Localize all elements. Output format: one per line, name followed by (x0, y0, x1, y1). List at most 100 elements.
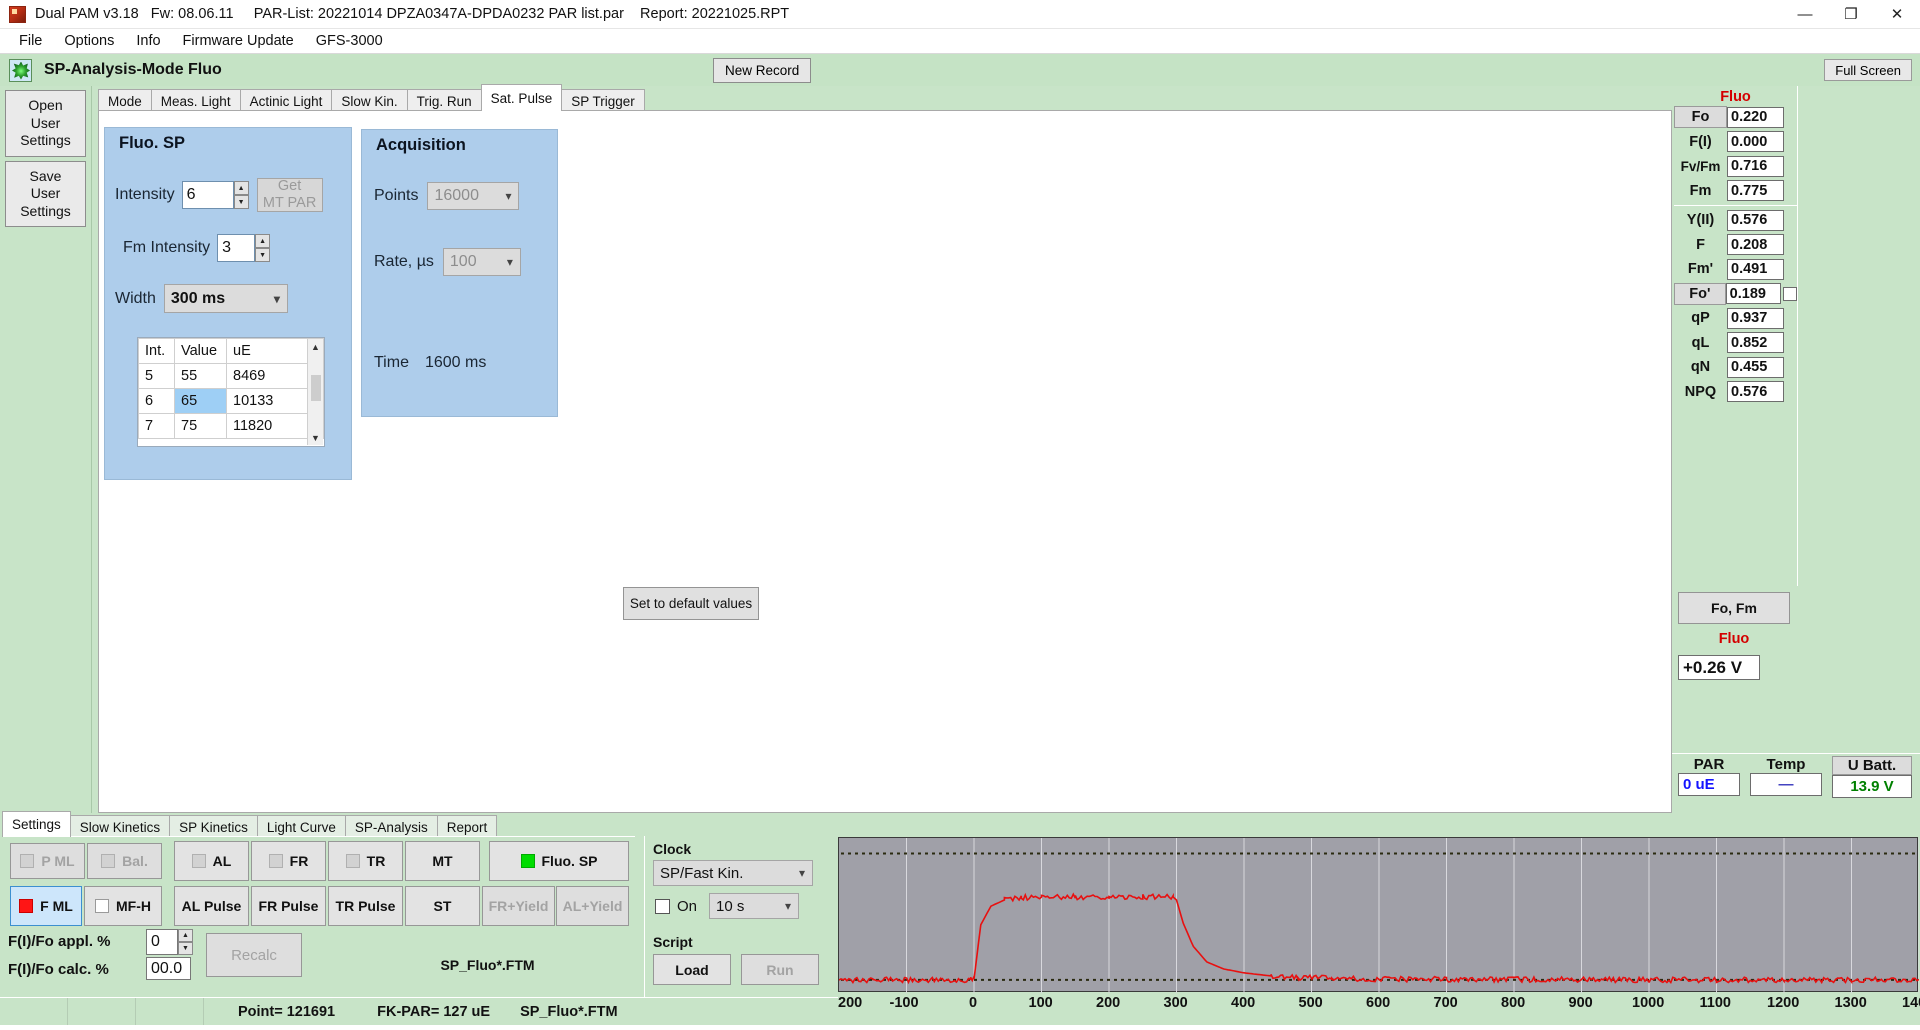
table-row[interactable]: 5 55 8469 (139, 364, 324, 389)
sp-kinetics-chart[interactable]: 200-100010020030040050060070080090010001… (838, 837, 1918, 1025)
fo-prime-button[interactable]: Fo' (1674, 283, 1726, 305)
yii-value: 0.576 (1727, 210, 1784, 231)
scroll-up-icon[interactable]: ▲ (308, 339, 323, 354)
fo-fm-button[interactable]: Fo, Fm (1678, 592, 1790, 624)
intensity-stepper-down[interactable]: ▼ (234, 195, 249, 209)
tab-sat-pulse[interactable]: Sat. Pulse (481, 84, 563, 111)
button-al-yield[interactable]: AL+Yield (556, 886, 629, 926)
new-record-button[interactable]: New Record (713, 58, 811, 83)
menu-firmware-update[interactable]: Firmware Update (172, 31, 305, 51)
cell-int: 6 (139, 389, 175, 414)
toggle-fluo-sp[interactable]: Fluo. SP (489, 841, 629, 881)
intensity-input[interactable]: 6 (182, 181, 234, 209)
fi-fo-appl-stepper-up[interactable]: ▲ (178, 929, 193, 942)
toggle-fr[interactable]: FR (251, 841, 326, 881)
get-mt-par-button[interactable]: Get MT PAR (257, 178, 323, 212)
button-tr-pulse[interactable]: TR Pulse (328, 886, 403, 926)
rate-select[interactable]: 100 ▾ (443, 248, 521, 276)
bal-indicator (101, 854, 115, 868)
fi-fo-appl-stepper-down[interactable]: ▼ (178, 942, 193, 955)
points-label: Points (374, 187, 418, 205)
st-label: ST (434, 898, 452, 914)
fi-fo-appl-label: F(I)/Fo appl. % (8, 933, 111, 950)
recalc-button[interactable]: Recalc (206, 933, 302, 977)
chart-x-tick: 1200 (1767, 995, 1799, 1011)
intensity-value: 6 (187, 186, 196, 204)
save-user-settings-button[interactable]: Save User Settings (5, 161, 86, 228)
cell-value-selected[interactable]: 65 (175, 389, 227, 414)
toggle-bal[interactable]: Bal. (87, 843, 162, 879)
ql-value: 0.852 (1727, 332, 1784, 353)
chart-x-tick: 1000 (1632, 995, 1664, 1011)
chart-x-tick: 500 (1299, 995, 1323, 1011)
toggle-f-ml[interactable]: F ML (10, 886, 82, 926)
fi-value: 0.000 (1727, 131, 1784, 152)
fm-prime-label: Fm' (1674, 261, 1727, 277)
table-row[interactable]: 6 65 10133 (139, 389, 324, 414)
toggle-mf-h[interactable]: MF-H (84, 886, 162, 926)
scrollbar-thumb[interactable] (311, 375, 321, 401)
width-select[interactable]: 300 ms ▾ (164, 284, 288, 313)
settings-tab-strip: Mode Meas. Light Actinic Light Slow Kin.… (98, 86, 1672, 111)
button-fr-pulse[interactable]: FR Pulse (251, 886, 326, 926)
button-mt[interactable]: MT (405, 841, 480, 881)
al-indicator (192, 854, 206, 868)
full-screen-button[interactable]: Full Screen (1824, 59, 1912, 81)
open-user-settings-label: Open User Settings (8, 97, 83, 150)
mt-label: MT (432, 853, 452, 869)
scroll-down-icon[interactable]: ▼ (308, 430, 323, 445)
fi-fo-appl-stepper[interactable]: ▲ ▼ (178, 929, 193, 955)
qn-label: qN (1674, 359, 1727, 375)
p-ml-label: P ML (41, 853, 74, 869)
clock-title: Clock (653, 841, 691, 857)
fm-intensity-value: 3 (222, 239, 231, 257)
close-icon[interactable]: ✕ (1874, 0, 1920, 29)
fluo-sp-indicator (521, 854, 535, 868)
intensity-table[interactable]: Int. Value uE 5 55 8469 6 65 10133 (137, 337, 325, 447)
bottom-tab-strip: Settings Slow Kinetics SP Kinetics Light… (2, 813, 496, 837)
fo-button[interactable]: Fo (1674, 106, 1727, 128)
maximize-icon[interactable]: ❐ (1828, 0, 1874, 29)
button-fr-yield[interactable]: FR+Yield (482, 886, 555, 926)
menu-info[interactable]: Info (125, 31, 171, 51)
open-user-settings-button[interactable]: Open User Settings (5, 90, 86, 157)
fi-fo-appl-input[interactable]: 0 (146, 929, 178, 955)
chart-plot-area[interactable] (838, 837, 1918, 992)
toggle-p-ml[interactable]: P ML (10, 843, 85, 879)
toggle-al[interactable]: AL (174, 841, 249, 881)
fm-intensity-stepper-up[interactable]: ▲ (255, 234, 270, 248)
fm-intensity-stepper-down[interactable]: ▼ (255, 248, 270, 262)
table-row[interactable]: 7 75 11820 (139, 414, 324, 439)
fo-prime-checkbox[interactable] (1783, 287, 1797, 301)
minimize-icon[interactable]: — (1782, 0, 1828, 29)
toggle-tr[interactable]: TR (328, 841, 403, 881)
clock-interval-select[interactable]: 10 s ▾ (709, 893, 799, 919)
intensity-stepper[interactable]: ▲ ▼ (234, 181, 249, 209)
qp-value: 0.937 (1727, 308, 1784, 329)
menu-file[interactable]: File (8, 31, 53, 51)
menu-gfs-3000[interactable]: GFS-3000 (305, 31, 394, 51)
clock-on-checkbox[interactable] (655, 899, 670, 914)
param-row-ql: qL 0.852 (1674, 331, 1797, 356)
metric-ubatt: U Batt. 13.9 V (1832, 756, 1912, 798)
set-to-default-values-button[interactable]: Set to default values (623, 587, 759, 620)
intensity-stepper-up[interactable]: ▲ (234, 181, 249, 195)
par-value[interactable]: 0 uE (1678, 773, 1740, 796)
script-run-button[interactable]: Run (741, 954, 819, 985)
menu-options[interactable]: Options (53, 31, 125, 51)
points-select[interactable]: 16000 ▾ (427, 182, 519, 210)
u-batt-label[interactable]: U Batt. (1832, 756, 1912, 775)
bottom-tab-settings[interactable]: Settings (2, 811, 71, 837)
temp-value: — (1750, 773, 1822, 796)
time-label: Time (374, 354, 409, 372)
clock-script-panel: Clock SP/Fast Kin. ▾ On 10 s ▾ Script Lo… (644, 836, 844, 997)
chart-x-axis: 200-100010020030040050060070080090010001… (838, 993, 1918, 1023)
button-st[interactable]: ST (405, 886, 480, 926)
fm-intensity-input[interactable]: 3 (217, 234, 255, 262)
script-load-button[interactable]: Load (653, 954, 731, 985)
fm-intensity-stepper[interactable]: ▲ ▼ (255, 234, 270, 262)
table-scrollbar[interactable]: ▲ ▼ (307, 339, 323, 445)
clock-source-select[interactable]: SP/Fast Kin. ▾ (653, 860, 813, 886)
clock-source-value: SP/Fast Kin. (660, 865, 743, 882)
button-al-pulse[interactable]: AL Pulse (174, 886, 249, 926)
